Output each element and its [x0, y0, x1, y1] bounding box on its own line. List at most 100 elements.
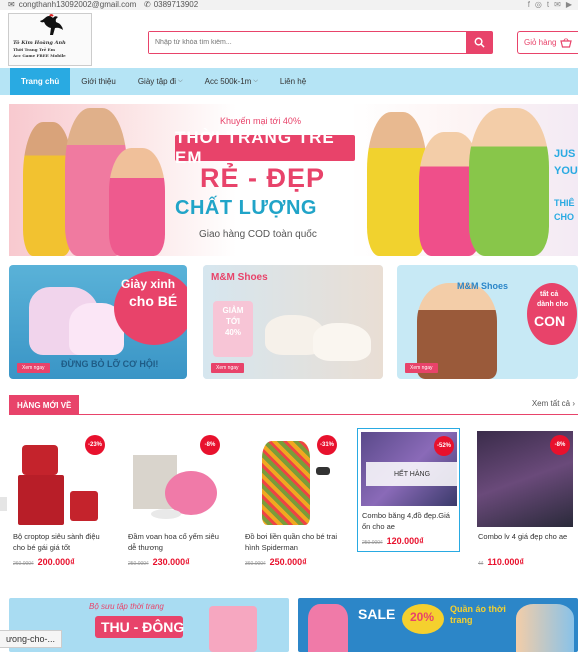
product-card[interactable]: -23% Bộ croptop siêu sành điệu cho bé gá… — [9, 428, 112, 578]
sale-price: 250.000₫ — [269, 557, 307, 567]
product-name[interactable]: Combo lv 4 giá đẹp cho ae — [478, 531, 573, 553]
sale-price: 110.000₫ — [487, 557, 525, 567]
nav-label: Trang chủ — [21, 77, 60, 86]
product-card[interactable]: -31% Đồ bơi liền quần cho bé trai hình S… — [241, 428, 344, 578]
sale-price: 200.000₫ — [37, 557, 75, 567]
site-logo[interactable]: Tô Kim Hoàng Anh Thời Trang Trẻ Em Acc G… — [8, 13, 92, 66]
brand-logo: M&M Shoes — [211, 272, 268, 283]
mail-icon[interactable]: ✉ — [554, 0, 561, 10]
chevron-down-icon: ⌵ — [178, 78, 183, 84]
cart-label: Giỏ hàng — [524, 38, 557, 47]
nav-item-acc[interactable]: Acc 500k-1m ⌵ — [194, 68, 269, 95]
basket-icon — [560, 37, 573, 48]
banner-text: GIẢM TỚI 40% — [222, 306, 244, 337]
old-price: 360.000₫ — [245, 561, 266, 567]
section-title: HÀNG MỚI VỀ — [9, 395, 80, 415]
nav-item-about[interactable]: Giới thiệu — [70, 68, 127, 95]
status-url: ưong-cho-... — [6, 634, 56, 644]
product-image: -31% — [244, 431, 340, 527]
child-image — [367, 112, 427, 256]
promo-banner-shoes[interactable]: Giày xinh cho BÉ ĐỪNG BỎ LỠ CƠ HỘI! Xem … — [9, 265, 187, 379]
view-now-button[interactable]: Xem ngay — [17, 363, 50, 373]
contact-phone[interactable]: ✆ 0389713902 — [144, 0, 198, 10]
product-card[interactable]: -8% Đầm voan hoa cổ yếm siêu dễ thương 2… — [124, 428, 227, 578]
product-name[interactable]: Đầm voan hoa cổ yếm siêu dễ thương — [128, 531, 223, 553]
discount-badge: -8% — [200, 435, 220, 455]
view-now-button[interactable]: Xem ngay — [405, 363, 438, 373]
hero-promo-text: Khuyến mại tới 40% — [220, 116, 301, 126]
banner-text: Bộ sưu tập thời trang — [89, 602, 164, 611]
banner-text: dành cho — [537, 301, 569, 308]
nav-item-home[interactable]: Trang chủ — [10, 68, 71, 95]
nav-item-contact[interactable]: Liên hệ — [269, 68, 317, 95]
product-name[interactable]: Đồ bơi liền quần cho bé trai hình Spider… — [245, 531, 340, 553]
product-carousel: -23% Bộ croptop siêu sành điệu cho bé gá… — [9, 428, 578, 580]
facebook-icon[interactable]: f — [528, 0, 530, 10]
search-button[interactable] — [466, 32, 492, 53]
search-input[interactable] — [149, 32, 466, 53]
discount-badge: -52% — [434, 436, 454, 456]
hero-side-text: THIÊ — [554, 198, 575, 208]
hero-headline-1: RẺ - ĐẸP — [200, 163, 326, 193]
email-text: congthanh13092002@gmail.com — [18, 0, 137, 9]
product-image: -8% — [127, 431, 223, 527]
instagram-icon[interactable]: ◎ — [535, 0, 542, 10]
nav-label: Giày tập đi — [137, 77, 177, 86]
banner-text: SALE — [358, 606, 396, 622]
social-links: f ◎ t ✉ ▶ — [528, 0, 572, 10]
product-card[interactable]: -8% Combo lv 4 giá đẹp cho ae 4₫ 110.000… — [474, 428, 577, 578]
logo-line-1: Tô Kim Hoàng Anh — [13, 40, 66, 46]
sale-banner[interactable]: SALE 20% Quần áo thời trang — [298, 598, 578, 652]
contact-email[interactable]: ✉ congthanh13092002@gmail.com — [8, 0, 136, 10]
hero-title: THỜI TRANG TRẺ EM — [175, 128, 355, 167]
search-bar — [148, 31, 493, 54]
discount-badge: -31% — [317, 435, 337, 455]
logo-line-2: Thời Trang Trẻ Em — [13, 47, 55, 52]
banner-text: tất cả — [540, 291, 559, 298]
nav-label: Acc 500k-1m — [204, 77, 252, 86]
product-image: -23% — [12, 431, 108, 527]
child-image — [109, 148, 165, 256]
shoe-image — [313, 323, 371, 361]
nav-item-shoes[interactable]: Giày tập đi ⌵ — [127, 68, 194, 95]
hero-side-text: CHO — [554, 212, 574, 222]
child-image — [469, 108, 549, 256]
product-card[interactable]: HẾT HÀNG -52% Combo băng 4,đồ đẹp.Giá ổn… — [357, 428, 460, 552]
product-image: -8% — [477, 431, 573, 527]
logo-line-3: Acc Game FREE Mobile — [13, 53, 66, 58]
phone-text: 0389713902 — [153, 0, 199, 9]
top-bar: ✉ congthanh13092002@gmail.com ✆ 03897139… — [0, 0, 578, 10]
hero-side-text: JUS — [554, 148, 576, 160]
product-name[interactable]: Bộ croptop siêu sành điệu cho bé gái giá… — [13, 531, 108, 553]
nav-label: Giới thiệu — [81, 77, 116, 86]
discount-badge: -8% — [550, 435, 570, 455]
promo-banner-kids[interactable]: M&M Shoes tất cả dành cho CON Xem ngay — [397, 265, 578, 379]
rooster-logo-icon — [40, 14, 63, 35]
banner-text: ĐỪNG BỎ LỠ CƠ HỘI! — [61, 359, 159, 369]
browser-status-bar: ưong-cho-... — [0, 630, 63, 648]
old-price: 260.000₫ — [13, 561, 34, 567]
sale-price: 230.000₫ — [152, 557, 190, 567]
youtube-icon[interactable]: ▶ — [566, 0, 572, 10]
view-now-button[interactable]: Xem ngay — [211, 363, 244, 373]
carousel-prev-button[interactable] — [0, 497, 7, 511]
chevron-down-icon: ⌵ — [253, 78, 258, 84]
search-icon — [474, 37, 485, 48]
hero-side-text: YOU — [554, 165, 578, 177]
sold-out-overlay: HẾT HÀNG — [366, 462, 457, 486]
promo-banner-mm-shoes[interactable]: M&M Shoes GIẢM TỚI 40% Xem ngay — [203, 265, 383, 379]
old-price: 250.000₫ — [128, 561, 149, 567]
phone-icon: ✆ — [144, 0, 151, 9]
sale-price: 120.000₫ — [386, 536, 424, 546]
product-name[interactable]: Combo băng 4,đồ đẹp.Giá ổn cho ae — [362, 510, 455, 532]
banner-text: Giày xinh — [121, 277, 176, 291]
hero-headline-2: CHẤT LƯỢNG — [175, 197, 317, 219]
mail-icon: ✉ — [8, 0, 15, 9]
cart-button[interactable]: Giỏ hàng — [517, 31, 578, 54]
view-all-label: Xem tất cả — [531, 399, 571, 408]
banner-text: Quần áo thời trang — [450, 604, 506, 625]
twitter-icon[interactable]: t — [547, 0, 549, 10]
old-price: 250.000₫ — [362, 540, 383, 546]
discount-badge: -23% — [85, 435, 105, 455]
view-all-link[interactable]: Xem tất cả › — [532, 399, 575, 408]
